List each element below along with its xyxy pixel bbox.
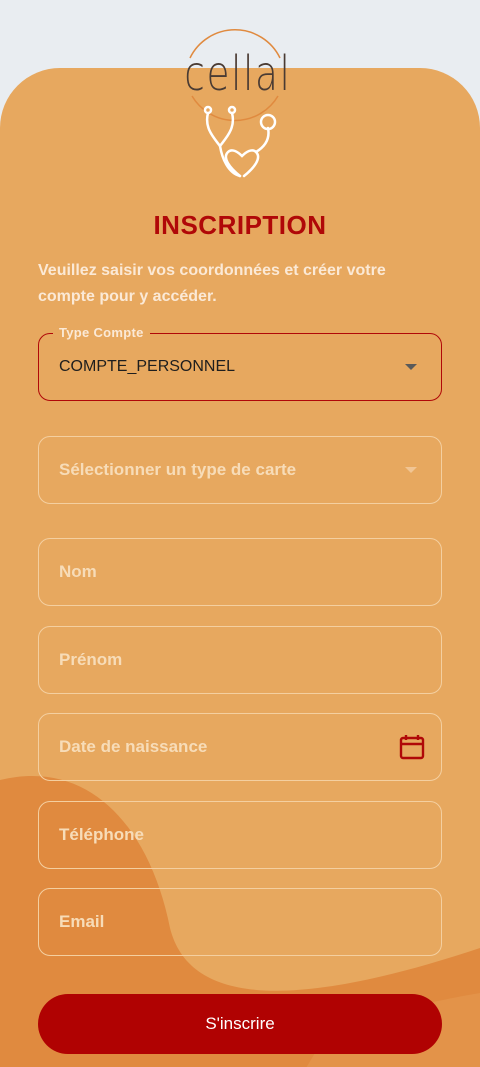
email-placeholder: Email <box>59 912 105 931</box>
card-type-placeholder: Sélectionner un type de carte <box>59 460 297 479</box>
first-name-placeholder: Prénom <box>59 650 123 669</box>
phone-placeholder: Téléphone <box>59 825 145 844</box>
account-type-select[interactable]: Type Compte COMPTE_PERSONNEL <box>38 325 442 401</box>
last-name-input[interactable]: Nom <box>38 538 442 606</box>
stethoscope-heart-icon <box>203 105 277 178</box>
birth-date-placeholder: Date de naissance <box>59 737 208 756</box>
birth-date-input[interactable]: Date de naissance <box>38 713 442 781</box>
app-logo: cellal <box>170 18 300 188</box>
account-type-label: Type Compte <box>53 325 150 340</box>
dropdown-arrow-icon[interactable] <box>405 467 417 473</box>
last-name-placeholder: Nom <box>59 562 97 581</box>
first-name-input[interactable]: Prénom <box>38 626 442 694</box>
email-input[interactable]: Email <box>38 888 442 956</box>
page-subtitle: Veuillez saisir vos coordonnées et créer… <box>38 262 386 305</box>
dropdown-arrow-icon[interactable] <box>405 364 417 370</box>
account-type-value: COMPTE_PERSONNEL <box>59 358 236 375</box>
page-title: INSCRIPTION <box>153 210 327 240</box>
card-type-select[interactable]: Sélectionner un type de carte <box>38 436 442 504</box>
calendar-icon[interactable] <box>399 734 425 760</box>
phone-input[interactable]: Téléphone <box>38 801 442 869</box>
register-button[interactable]: S'inscrire <box>38 994 442 1054</box>
